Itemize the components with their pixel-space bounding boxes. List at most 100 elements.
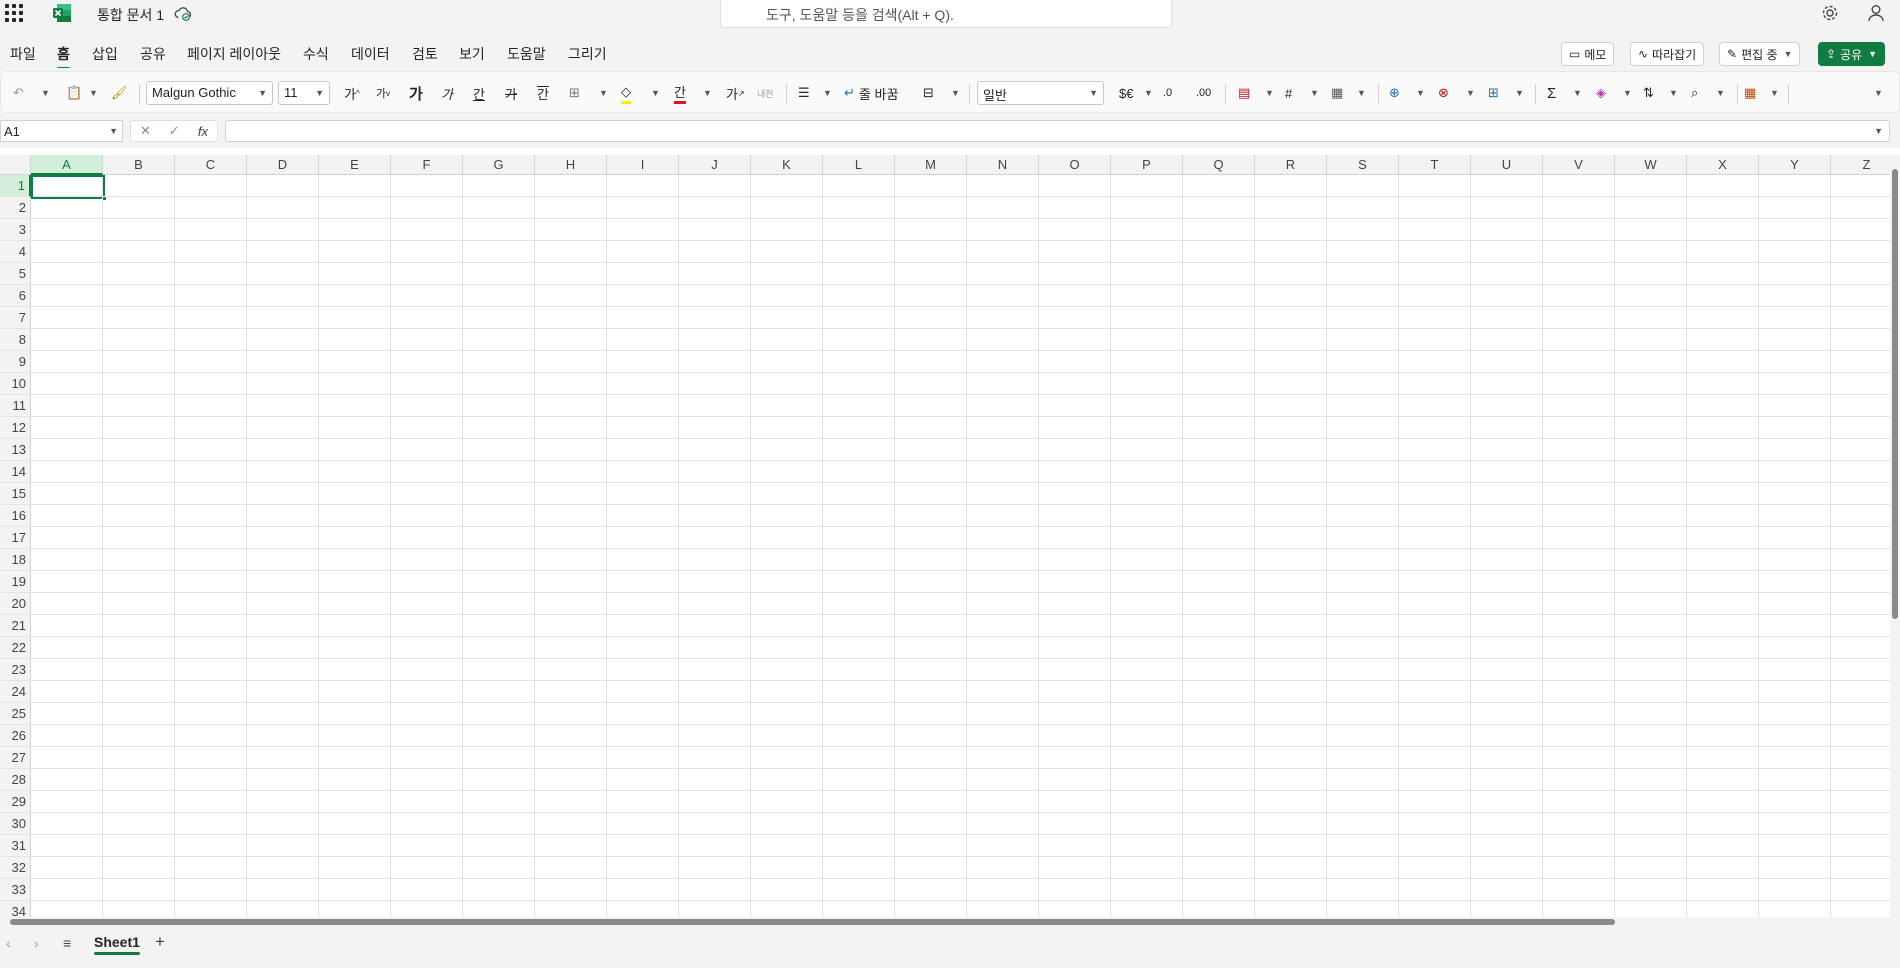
format-as-table-icon[interactable]: #	[1285, 82, 1292, 104]
clear-eraser-icon[interactable]: ◈	[1596, 82, 1606, 104]
row-header[interactable]: 27	[0, 747, 31, 769]
format-table-dropdown-chevron-icon[interactable]: ▼	[1310, 82, 1319, 104]
wrap-text-button[interactable]: ↵ 줄 바꿈	[844, 82, 898, 104]
row-header[interactable]: 21	[0, 615, 31, 637]
column-header[interactable]: Q	[1183, 155, 1255, 175]
row-header[interactable]: 26	[0, 725, 31, 747]
row-header[interactable]: 5	[0, 263, 31, 285]
tab-insert[interactable]: 삽입	[92, 44, 118, 64]
cell-area[interactable]	[31, 175, 1890, 917]
row-header[interactable]: 28	[0, 769, 31, 791]
borders-dropdown-chevron-icon[interactable]: ▼	[599, 82, 608, 104]
underline-button[interactable]: 간	[473, 82, 485, 104]
row-header[interactable]: 6	[0, 285, 31, 307]
row-header[interactable]: 13	[0, 439, 31, 461]
row-header[interactable]: 22	[0, 637, 31, 659]
fill-color-icon[interactable]: ◇	[621, 82, 631, 104]
row-header[interactable]: 18	[0, 549, 31, 571]
font-color-dropdown-chevron-icon[interactable]: ▼	[703, 82, 712, 104]
all-sheets-menu-icon[interactable]: ≡	[63, 935, 71, 951]
column-header[interactable]: W	[1615, 155, 1687, 175]
find-dropdown-chevron-icon[interactable]: ▼	[1716, 82, 1725, 104]
column-header[interactable]: O	[1039, 155, 1111, 175]
add-ins-icon[interactable]: ▦	[1744, 82, 1756, 104]
cancel-icon[interactable]: ✕	[140, 123, 151, 139]
column-header[interactable]: T	[1399, 155, 1471, 175]
sheet-tab-sheet1[interactable]: Sheet1	[94, 934, 140, 955]
row-header[interactable]: 15	[0, 483, 31, 505]
currency-dropdown-chevron-icon[interactable]: ▼	[1144, 82, 1153, 104]
row-header[interactable]: 34	[0, 901, 31, 917]
row-header[interactable]: 1	[0, 175, 31, 197]
bold-button[interactable]: 가	[409, 82, 423, 104]
row-header[interactable]: 14	[0, 461, 31, 483]
tab-data[interactable]: 데이터	[351, 44, 390, 64]
ribbon-expand-chevron-icon[interactable]: ▼	[1874, 82, 1883, 104]
autosum-icon[interactable]: Σ	[1547, 82, 1556, 104]
column-header[interactable]: D	[247, 155, 319, 175]
column-header[interactable]: U	[1471, 155, 1543, 175]
column-header[interactable]: E	[319, 155, 391, 175]
select-all-corner[interactable]	[0, 155, 31, 175]
column-header[interactable]: C	[175, 155, 247, 175]
row-header[interactable]: 29	[0, 791, 31, 813]
column-header[interactable]: F	[391, 155, 463, 175]
tab-draw[interactable]: 그리기	[568, 44, 607, 64]
column-header[interactable]: K	[751, 155, 823, 175]
expand-formula-chevron-icon[interactable]: ▼	[1874, 126, 1883, 136]
row-header[interactable]: 16	[0, 505, 31, 527]
row-header[interactable]: 31	[0, 835, 31, 857]
comment-button[interactable]: ▭ 메모	[1561, 42, 1615, 66]
add-sheet-button[interactable]: +	[155, 932, 165, 952]
horizontal-scrollbar[interactable]	[0, 917, 1900, 927]
app-launcher-icon[interactable]	[5, 4, 23, 22]
decrease-decimal-icon[interactable]: .0	[1163, 82, 1172, 104]
column-header[interactable]: Y	[1759, 155, 1831, 175]
cloud-saved-icon[interactable]	[174, 4, 192, 22]
add-ins-dropdown-chevron-icon[interactable]: ▼	[1770, 82, 1779, 104]
tab-file[interactable]: 파일	[10, 44, 36, 64]
fill-color-dropdown-chevron-icon[interactable]: ▼	[651, 82, 660, 104]
row-header[interactable]: 17	[0, 527, 31, 549]
column-header[interactable]: X	[1687, 155, 1759, 175]
format-painter-icon[interactable]: 🖌	[111, 82, 128, 104]
font-name-select[interactable]: Malgun Gothic ▼	[146, 81, 273, 105]
column-header[interactable]: M	[895, 155, 967, 175]
increase-decimal-icon[interactable]: .00	[1196, 82, 1211, 104]
column-header[interactable]: A	[31, 155, 103, 175]
tab-review[interactable]: 검토	[412, 44, 438, 64]
formula-input[interactable]: ▼	[225, 120, 1890, 142]
row-header[interactable]: 33	[0, 879, 31, 901]
column-header[interactable]: Z	[1831, 155, 1890, 175]
number-format-select[interactable]: 일반 ▼	[977, 81, 1104, 105]
paste-icon[interactable]: 📋	[66, 82, 82, 104]
cell-styles-dropdown-chevron-icon[interactable]: ▼	[1357, 82, 1366, 104]
tab-home[interactable]: 홈	[57, 44, 70, 70]
active-cell-a1[interactable]	[31, 175, 105, 199]
format-cells-icon[interactable]: ⊞	[1488, 82, 1499, 104]
column-header[interactable]: P	[1111, 155, 1183, 175]
tab-formulas[interactable]: 수식	[303, 44, 329, 64]
person-icon[interactable]	[1866, 3, 1886, 23]
shrink-font-button[interactable]: 가v	[376, 82, 390, 104]
document-title[interactable]: 통합 문서 1	[97, 5, 164, 25]
column-header[interactable]: J	[679, 155, 751, 175]
row-header[interactable]: 2	[0, 197, 31, 219]
share-button[interactable]: ⇪ 공유 ▼	[1818, 42, 1886, 66]
row-header[interactable]: 11	[0, 395, 31, 417]
phonetic-guide-button[interactable]: 내천	[757, 82, 774, 104]
borders-icon[interactable]: ⊞	[569, 82, 580, 104]
conditional-format-dropdown-chevron-icon[interactable]: ▼	[1265, 82, 1274, 104]
superscript-button[interactable]: 가 ↗	[726, 82, 745, 104]
horizontal-scroll-thumb[interactable]	[10, 919, 1615, 925]
row-header[interactable]: 8	[0, 329, 31, 351]
vertical-scrollbar[interactable]	[1890, 155, 1900, 917]
strikethrough-button[interactable]: 가	[505, 82, 517, 104]
row-header[interactable]: 24	[0, 681, 31, 703]
align-dropdown-chevron-icon[interactable]: ▼	[823, 82, 832, 104]
row-header[interactable]: 9	[0, 351, 31, 373]
cell-styles-icon[interactable]: ▦	[1331, 82, 1343, 104]
autosum-dropdown-chevron-icon[interactable]: ▼	[1573, 82, 1582, 104]
align-icon[interactable]: ☰	[798, 82, 810, 104]
tab-share[interactable]: 공유	[140, 44, 166, 64]
